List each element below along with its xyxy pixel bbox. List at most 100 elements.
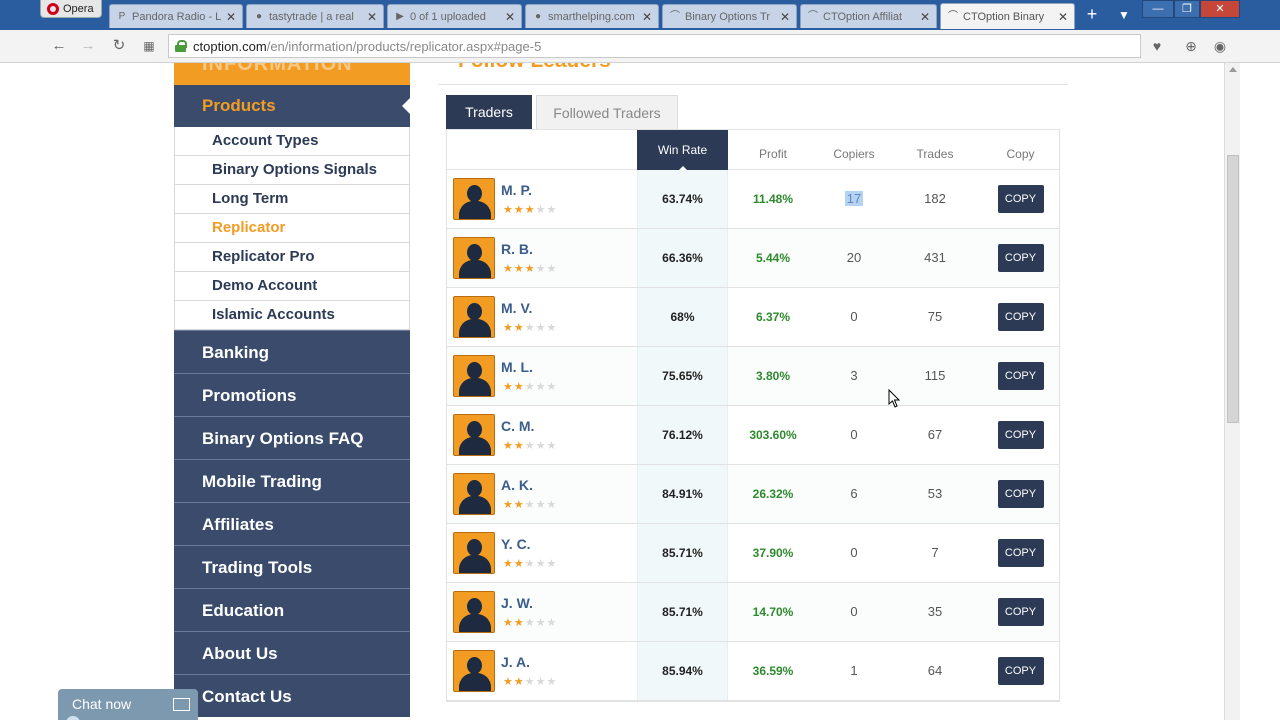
download-icon[interactable]: ⊕ bbox=[1180, 36, 1202, 56]
trader-rating: ★★★★★ bbox=[503, 498, 557, 511]
star-icon: ★ bbox=[546, 676, 558, 688]
tab-favicon-icon: ⌒ bbox=[948, 10, 958, 22]
copy-button[interactable]: COPY bbox=[997, 538, 1044, 567]
sidebar-subitem[interactable]: Long Term bbox=[174, 185, 410, 214]
sidebar-subitem[interactable]: Account Types bbox=[174, 127, 410, 156]
sidebar-subitem[interactable]: Demo Account bbox=[174, 272, 410, 301]
star-icon: ★ bbox=[524, 204, 536, 216]
speed-dial-grid-icon[interactable]: ▦ bbox=[138, 36, 160, 56]
sidebar-nav-item[interactable]: Promotions bbox=[174, 373, 410, 416]
heart-icon[interactable]: ♥ bbox=[1146, 36, 1168, 56]
trader-avatar-icon[interactable] bbox=[453, 473, 495, 515]
sidebar-subitem[interactable]: Replicator bbox=[174, 214, 410, 243]
reload-icon[interactable]: ↻ bbox=[108, 36, 130, 56]
copy-button[interactable]: COPY bbox=[997, 302, 1044, 331]
tab-followed-traders[interactable]: Followed Traders bbox=[536, 95, 678, 129]
copy-button[interactable]: COPY bbox=[997, 597, 1044, 626]
column-header-profit[interactable]: Profit bbox=[728, 130, 818, 170]
maximize-button[interactable]: ❐ bbox=[1174, 0, 1200, 18]
page-viewport: INFORMATION Products Account Types Binary… bbox=[0, 63, 1224, 720]
trader-avatar-icon[interactable] bbox=[453, 414, 495, 456]
trades-cell: 35 bbox=[927, 604, 943, 619]
chat-window-icon[interactable] bbox=[173, 698, 190, 711]
browser-tab[interactable]: P Pandora Radio - L ✕ bbox=[109, 4, 243, 28]
trader-avatar-icon[interactable] bbox=[453, 237, 495, 279]
trader-row: R. B. ★★★★★ 66.36% 5.44% 20 431 COPY bbox=[447, 229, 1059, 288]
trader-name[interactable]: Y. C. bbox=[501, 536, 531, 552]
scrollbar-thumb[interactable] bbox=[1227, 155, 1239, 423]
close-tab-icon[interactable]: ✕ bbox=[226, 10, 236, 24]
page-scrollbar[interactable] bbox=[1224, 63, 1240, 720]
trader-avatar-icon[interactable] bbox=[453, 591, 495, 633]
close-tab-icon[interactable]: ✕ bbox=[1058, 10, 1068, 24]
star-icon: ★ bbox=[546, 322, 558, 334]
sidebar-nav-item[interactable]: Binary Options FAQ bbox=[174, 416, 410, 459]
sidebar-nav-item[interactable]: About Us bbox=[174, 631, 410, 674]
close-tab-icon[interactable]: ✕ bbox=[505, 10, 515, 24]
sidebar-nav-item[interactable]: Affiliates bbox=[174, 502, 410, 545]
sidebar-nav-item[interactable]: Mobile Trading bbox=[174, 459, 410, 502]
browser-tab[interactable]: ⌒ Binary Options Tr ✕ bbox=[662, 4, 797, 28]
tab-traders[interactable]: Traders bbox=[446, 95, 532, 129]
trader-avatar-icon[interactable] bbox=[453, 532, 495, 574]
copy-button[interactable]: COPY bbox=[997, 184, 1044, 213]
win-rate-cell: 76.12% bbox=[637, 406, 728, 464]
star-icon: ★ bbox=[524, 617, 536, 629]
close-tab-icon[interactable]: ✕ bbox=[642, 10, 652, 24]
close-tab-icon[interactable]: ✕ bbox=[920, 10, 930, 24]
trader-name[interactable]: M. L. bbox=[501, 359, 533, 375]
browser-tab[interactable]: ▶ 0 of 1 uploaded ✕ bbox=[387, 4, 522, 28]
sidebar-subitem[interactable]: Replicator Pro bbox=[174, 243, 410, 272]
copy-button[interactable]: COPY bbox=[997, 656, 1044, 685]
minimize-button[interactable]: — bbox=[1142, 0, 1174, 18]
browser-tab[interactable]: ⌒ CTOption Binary ✕ bbox=[940, 3, 1075, 29]
sidebar-subitem[interactable]: Islamic Accounts bbox=[174, 301, 410, 330]
browser-tab[interactable]: ● tastytrade | a real ✕ bbox=[246, 4, 384, 28]
copy-button[interactable]: COPY bbox=[997, 243, 1044, 272]
trader-name[interactable]: M. P. bbox=[501, 182, 532, 198]
trader-rating: ★★★★★ bbox=[503, 262, 557, 275]
copiers-cell: 6 bbox=[818, 465, 890, 523]
column-header-copiers[interactable]: Copiers bbox=[818, 130, 890, 170]
trades-cell: 182 bbox=[924, 191, 946, 206]
star-icon: ★ bbox=[535, 676, 547, 688]
trader-name[interactable]: J. A. bbox=[501, 654, 530, 670]
copy-button[interactable]: COPY bbox=[997, 361, 1044, 390]
back-arrow-icon[interactable]: ← bbox=[48, 36, 70, 56]
account-icon[interactable]: ◉ bbox=[1209, 36, 1231, 56]
trader-name[interactable]: J. W. bbox=[501, 595, 533, 611]
scroll-up-arrow-icon[interactable] bbox=[1229, 67, 1237, 72]
copy-button[interactable]: COPY bbox=[997, 479, 1044, 508]
trader-avatar-icon[interactable] bbox=[453, 178, 495, 220]
sidebar-nav-item[interactable]: Trading Tools bbox=[174, 545, 410, 588]
browser-tab[interactable]: ⌒ CTOption Affiliat ✕ bbox=[800, 4, 937, 28]
trader-avatar-icon[interactable] bbox=[453, 355, 495, 397]
trader-name[interactable]: C. M. bbox=[501, 418, 534, 434]
close-window-button[interactable]: ✕ bbox=[1200, 0, 1240, 18]
trader-name[interactable]: A. K. bbox=[501, 477, 533, 493]
browser-tab[interactable]: ● smarthelping.com ✕ bbox=[525, 4, 659, 28]
copiers-cell: 0 bbox=[818, 406, 890, 464]
sidebar-nav-item[interactable]: Education bbox=[174, 588, 410, 631]
star-icon: ★ bbox=[503, 558, 514, 570]
sidebar-nav-item[interactable]: Contact Us bbox=[174, 674, 410, 717]
sidebar-item-products[interactable]: Products bbox=[174, 85, 410, 127]
column-header-win-rate[interactable]: Win Rate bbox=[637, 130, 728, 171]
trader-name[interactable]: R. B. bbox=[501, 241, 533, 257]
address-bar-input[interactable]: ctoption.com/en/information/products/rep… bbox=[168, 34, 1141, 58]
column-header-trades[interactable]: Trades bbox=[890, 130, 980, 170]
sidebar-nav-item[interactable]: Banking bbox=[174, 330, 410, 373]
trader-avatar-icon[interactable] bbox=[453, 650, 495, 692]
trader-name[interactable]: M. V. bbox=[501, 300, 532, 316]
copy-button[interactable]: COPY bbox=[997, 420, 1044, 449]
tab-menu-chevron-icon[interactable]: ▼ bbox=[1113, 5, 1135, 25]
close-tab-icon[interactable]: ✕ bbox=[780, 10, 790, 24]
trader-avatar-icon[interactable] bbox=[453, 296, 495, 338]
opera-menu-button[interactable]: Opera bbox=[40, 0, 102, 18]
sidebar-subitem[interactable]: Binary Options Signals bbox=[174, 156, 410, 185]
new-tab-icon[interactable]: + bbox=[1082, 5, 1102, 25]
close-tab-icon[interactable]: ✕ bbox=[367, 10, 377, 24]
forward-arrow-icon[interactable]: → bbox=[77, 36, 99, 56]
chat-now-widget[interactable]: Chat now bbox=[58, 689, 198, 720]
tab-favicon-icon: ● bbox=[255, 10, 263, 22]
